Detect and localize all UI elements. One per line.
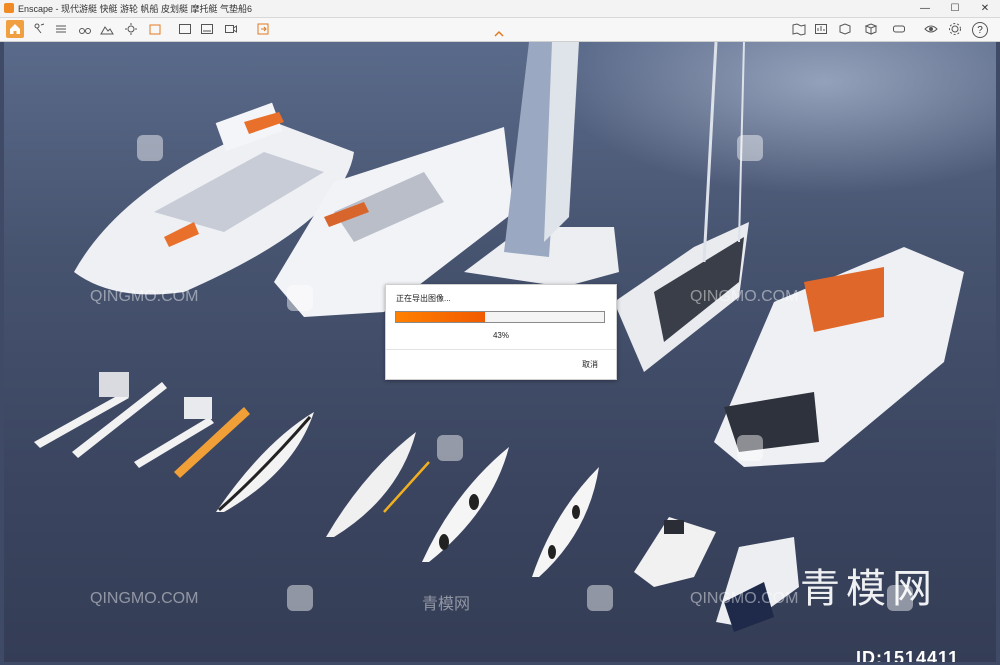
watermark-logo-icon (137, 135, 163, 161)
box-icon (839, 23, 851, 35)
export-progress-dialog: 正在导出图像... 43% 取消 (385, 284, 617, 380)
kayak-3 (422, 447, 509, 562)
sailboat-right (614, 42, 749, 372)
watermark-text-cn: 青模网 (422, 596, 471, 613)
minimize-button[interactable]: — (910, 0, 940, 17)
enscape-logo-icon (4, 3, 14, 13)
collapse-chevron-icon[interactable] (494, 30, 504, 38)
map-icon (792, 23, 806, 36)
close-button[interactable]: ✕ (970, 0, 1000, 17)
progress-bar-fill (396, 312, 486, 322)
stats-icon (815, 24, 827, 34)
export-button[interactable] (254, 20, 272, 38)
dialog-divider (386, 349, 616, 350)
watermark-logo-icon (737, 135, 763, 161)
box-button[interactable] (836, 20, 854, 38)
pedal-boat-1 (34, 372, 167, 458)
pedal-boat-2 (134, 397, 250, 478)
watermark-logo-icon (737, 435, 763, 461)
walk-icon (34, 23, 45, 34)
watermark-text: QINGMO.COM (690, 288, 799, 305)
watermark-logo-icon (437, 435, 463, 461)
sun-button[interactable] (122, 20, 140, 38)
watermark-text: QINGMO.COM (690, 590, 799, 607)
eye-icon (924, 25, 938, 33)
video-button[interactable] (222, 20, 240, 38)
package-button[interactable] (146, 20, 164, 38)
panorama-button[interactable] (198, 20, 216, 38)
watermark-logo-icon (287, 585, 313, 611)
title-bar: Enscape - 现代游艇 快艇 游轮 帆船 皮划艇 摩托艇 气垫船6 — ☐… (0, 0, 1000, 18)
watermark-logo-icon (587, 585, 613, 611)
settings-lines-icon (56, 25, 66, 33)
maximize-button[interactable]: ☐ (940, 0, 970, 17)
dialog-title: 正在导出图像... (396, 294, 451, 303)
vr-icon (893, 25, 905, 33)
window-title: Enscape - 现代游艇 快艇 游轮 帆船 皮划艇 摩托艇 气垫船6 (18, 4, 253, 14)
settings-button[interactable] (946, 20, 964, 38)
watermark-logo-icon (287, 285, 313, 311)
settings-lines-button[interactable] (52, 20, 70, 38)
brand-watermark: 青模网 (800, 566, 938, 612)
binoculars-button[interactable] (76, 20, 94, 38)
home-button[interactable] (6, 20, 24, 38)
panorama-icon (201, 24, 213, 34)
map-button[interactable] (790, 20, 808, 38)
jet-ski-1 (634, 517, 716, 587)
home-icon (10, 24, 20, 34)
cube-button[interactable] (862, 20, 880, 38)
jet-ski-2 (716, 537, 799, 632)
kayak-4 (532, 467, 599, 577)
watermark-text: QINGMO.COM (90, 288, 199, 305)
screenshot-button[interactable] (176, 20, 194, 38)
sun-icon (125, 23, 137, 35)
screenshot-icon (179, 24, 191, 34)
walk-mode-button[interactable] (30, 20, 48, 38)
progress-percent-label: 43% (492, 331, 509, 340)
kayak-2 (326, 432, 430, 537)
watermark-text: QINGMO.COM (90, 590, 199, 607)
eye-button[interactable] (922, 20, 940, 38)
settings-icon (949, 23, 961, 35)
binoculars-icon (79, 28, 91, 34)
package-icon (149, 24, 161, 35)
cancel-button[interactable]: 取消 (582, 359, 598, 370)
vr-button[interactable] (890, 20, 908, 38)
export-icon (257, 23, 269, 35)
video-icon (225, 25, 237, 33)
stats-button[interactable] (812, 20, 830, 38)
mountain-button[interactable] (98, 20, 116, 38)
help-icon[interactable]: ? (972, 22, 988, 38)
cube-icon (864, 23, 878, 35)
id-watermark: ID:1514411 (856, 648, 960, 662)
progress-bar (395, 311, 605, 323)
mountain-icon (100, 26, 114, 35)
